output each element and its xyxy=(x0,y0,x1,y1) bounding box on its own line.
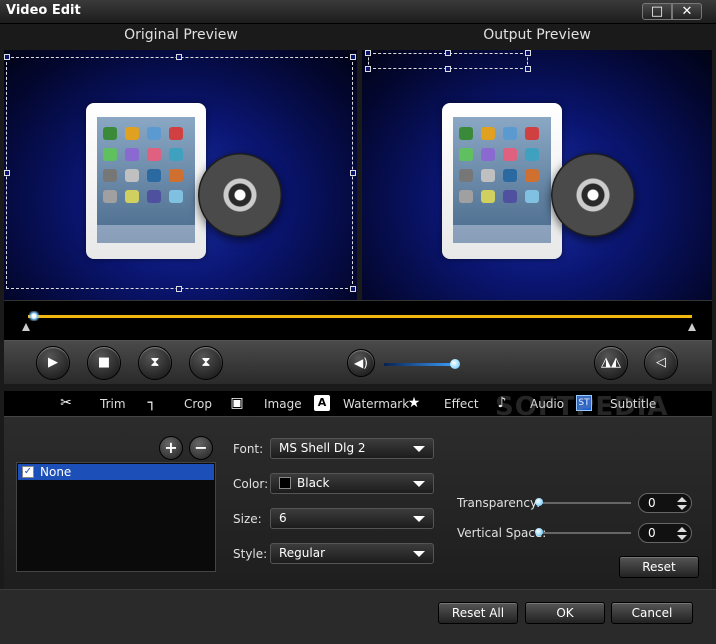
timeline[interactable] xyxy=(4,300,712,340)
list-item-label: None xyxy=(40,465,72,479)
volume-slider[interactable] xyxy=(384,363,456,366)
original-preview-label: Original Preview xyxy=(124,27,238,43)
add-subtitle-button[interactable]: + xyxy=(159,436,183,460)
tab-crop[interactable]: Crop xyxy=(184,391,212,417)
end-marker-icon[interactable] xyxy=(688,323,696,331)
size-label: Size: xyxy=(233,512,262,526)
volume-slider-knob[interactable] xyxy=(450,359,460,369)
reset-all-button[interactable]: Reset All xyxy=(438,602,518,624)
close-button[interactable]: ✕ xyxy=(672,3,702,20)
style-dropdown[interactable]: Regular xyxy=(270,543,434,564)
crop-selection-box[interactable] xyxy=(6,57,353,289)
window-title: Video Edit xyxy=(6,3,81,18)
set-end-button[interactable]: ⧗ xyxy=(189,346,223,380)
image-icon[interactable]: ▣ xyxy=(229,395,245,411)
list-item[interactable]: ✓ None xyxy=(18,464,214,480)
transparency-slider-knob[interactable] xyxy=(535,498,543,506)
color-label: Color: xyxy=(233,477,269,491)
crop-handle[interactable] xyxy=(4,54,10,60)
subtitle-box-handle[interactable] xyxy=(445,66,451,72)
vertical-space-slider[interactable] xyxy=(537,532,631,534)
checkbox[interactable]: ✓ xyxy=(22,466,34,478)
crop-icon[interactable]: ┐ xyxy=(144,395,160,411)
app-icons-grid xyxy=(459,127,545,203)
volume-icon[interactable]: ◀) xyxy=(347,349,375,377)
color-dropdown[interactable]: Black xyxy=(270,473,434,494)
subtitle-list[interactable]: ✓ None xyxy=(16,462,216,572)
chevron-down-icon xyxy=(413,551,425,557)
subtitle-box-handle[interactable] xyxy=(525,50,531,56)
transparency-slider[interactable] xyxy=(537,502,631,504)
reset-button[interactable]: Reset xyxy=(619,556,699,578)
crop-handle[interactable] xyxy=(176,286,182,292)
vertical-space-slider-knob[interactable] xyxy=(535,528,543,536)
style-label: Style: xyxy=(233,547,268,561)
font-dropdown[interactable]: MS Shell Dlg 2 xyxy=(270,438,434,459)
crop-handle[interactable] xyxy=(350,286,356,292)
flip-vertical-button[interactable]: ◁ xyxy=(644,346,678,380)
vertical-space-stepper[interactable]: 0 xyxy=(638,523,692,543)
ok-button[interactable]: OK xyxy=(525,602,605,624)
tab-trim[interactable]: Trim xyxy=(100,391,126,417)
maximize-button[interactable]: □ xyxy=(642,3,672,20)
crop-handle[interactable] xyxy=(4,170,10,176)
crop-handle[interactable] xyxy=(350,170,356,176)
star-icon[interactable]: ★ xyxy=(406,395,422,411)
timeline-track[interactable] xyxy=(28,315,692,318)
playback-controls: ▶ ■ ⧗ ⧗ ◀) ◮◭ ◁ xyxy=(4,340,712,384)
play-button[interactable]: ▶ xyxy=(36,346,70,380)
subtitle-box-handle[interactable] xyxy=(365,66,371,72)
output-preview-label: Output Preview xyxy=(483,27,591,43)
playhead[interactable] xyxy=(26,311,42,321)
stop-button[interactable]: ■ xyxy=(87,346,121,380)
font-value: MS Shell Dlg 2 xyxy=(279,441,366,455)
color-value: Black xyxy=(297,476,330,490)
scissors-icon[interactable]: ✂ xyxy=(58,395,74,411)
chevron-down-icon xyxy=(413,446,425,452)
transparency-value: 0 xyxy=(648,496,656,510)
flip-horizontal-button[interactable]: ◮◭ xyxy=(594,346,628,380)
original-preview[interactable] xyxy=(4,50,357,300)
font-label: Font: xyxy=(233,442,264,456)
remove-subtitle-button[interactable]: − xyxy=(189,436,213,460)
tab-image[interactable]: Image xyxy=(264,391,302,417)
size-value: 6 xyxy=(279,511,287,525)
spin-up-icon[interactable] xyxy=(677,527,687,532)
chevron-down-icon xyxy=(413,481,425,487)
tab-watermark[interactable]: Watermark xyxy=(343,391,409,417)
disc-image xyxy=(551,153,635,237)
subtitle-box-handle[interactable] xyxy=(445,50,451,56)
footer-bar xyxy=(0,589,716,644)
cancel-button[interactable]: Cancel xyxy=(611,602,693,624)
color-swatch xyxy=(279,477,291,489)
chevron-down-icon xyxy=(413,516,425,522)
subtitle-box-handle[interactable] xyxy=(365,50,371,56)
crop-handle[interactable] xyxy=(350,54,356,60)
title-bar: Video Edit □ ✕ xyxy=(0,0,716,24)
vertical-space-value: 0 xyxy=(648,526,656,540)
subtitle-box-handle[interactable] xyxy=(525,66,531,72)
transparency-label: Transparency: xyxy=(457,496,541,510)
spin-up-icon[interactable] xyxy=(677,497,687,502)
tab-effect[interactable]: Effect xyxy=(444,391,479,417)
crop-handle[interactable] xyxy=(176,54,182,60)
start-marker-icon[interactable] xyxy=(22,323,30,331)
set-start-button[interactable]: ⧗ xyxy=(138,346,172,380)
transparency-stepper[interactable]: 0 xyxy=(638,493,692,513)
watermark-icon[interactable]: A xyxy=(314,395,330,411)
size-dropdown[interactable]: 6 xyxy=(270,508,434,529)
spin-down-icon[interactable] xyxy=(677,535,687,540)
ipad-image xyxy=(442,103,562,259)
style-value: Regular xyxy=(279,546,326,560)
output-preview[interactable] xyxy=(362,50,712,300)
spin-down-icon[interactable] xyxy=(677,505,687,510)
vertical-space-label: Vertical Space: xyxy=(457,526,547,540)
